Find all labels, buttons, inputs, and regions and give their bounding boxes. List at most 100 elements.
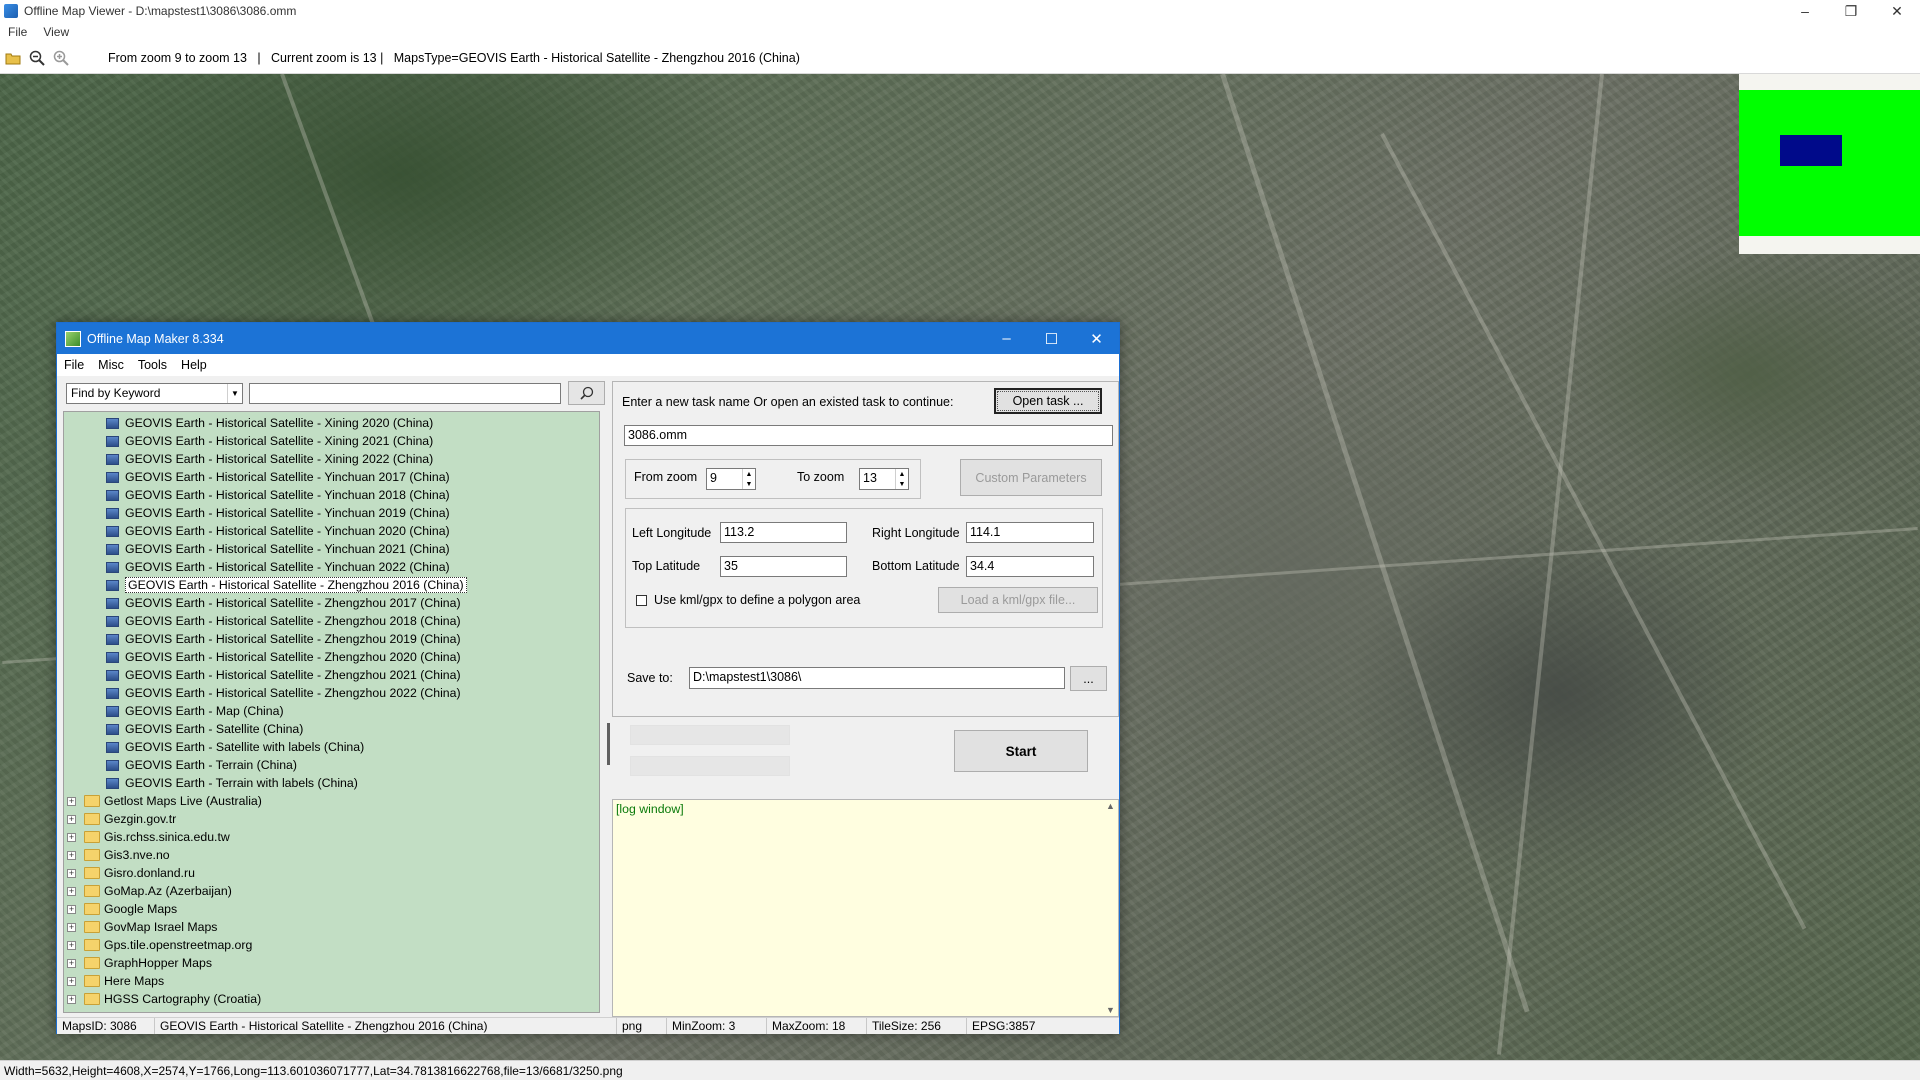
expand-plus-icon[interactable]: + — [67, 814, 76, 824]
tree-map-item[interactable]: GEOVIS Earth - Satellite with labels (Ch… — [106, 738, 364, 756]
tree-map-item[interactable]: GEOVIS Earth - Historical Satellite - Zh… — [106, 612, 461, 630]
search-input[interactable] — [249, 383, 561, 404]
scroll-down-icon[interactable]: ▼ — [1106, 1005, 1115, 1015]
tree-map-item[interactable]: GEOVIS Earth - Historical Satellite - Zh… — [106, 630, 461, 648]
menu-file[interactable]: File — [0, 25, 35, 39]
right-longitude-input[interactable]: 114.1 — [966, 522, 1094, 543]
tree-map-item[interactable]: GEOVIS Earth - Map (China) — [106, 702, 284, 720]
tree-map-item[interactable]: GEOVIS Earth - Historical Satellite - Zh… — [106, 648, 461, 666]
zoom-in-icon[interactable] — [50, 47, 72, 69]
tree-map-item[interactable]: GEOVIS Earth - Historical Satellite - Yi… — [106, 522, 450, 540]
map-source-tree[interactable]: GEOVIS Earth - Historical Satellite - Xi… — [63, 411, 600, 1013]
tree-item-label: GEOVIS Earth - Historical Satellite - Yi… — [125, 542, 450, 556]
expand-plus-icon[interactable]: + — [67, 832, 76, 842]
tree-map-item[interactable]: GEOVIS Earth - Historical Satellite - Yi… — [106, 504, 450, 522]
expand-plus-icon[interactable]: + — [67, 922, 76, 932]
tree-scrollbar-thumb[interactable] — [607, 723, 610, 765]
expand-plus-icon[interactable]: + — [67, 886, 76, 896]
expand-plus-icon[interactable]: + — [67, 994, 76, 1004]
tree-item-label: GEOVIS Earth - Historical Satellite - Zh… — [125, 577, 467, 593]
dialog-menu-file[interactable]: File — [57, 358, 91, 372]
log-window[interactable]: [log window] ▲ ▼ — [612, 799, 1119, 1017]
dialog-minimize-button[interactable]: – — [984, 323, 1029, 354]
expand-plus-icon[interactable]: + — [67, 796, 76, 806]
expand-plus-icon[interactable]: + — [67, 850, 76, 860]
tree-map-item[interactable]: GEOVIS Earth - Historical Satellite - Yi… — [106, 558, 450, 576]
tree-folder-item[interactable]: + HGSS Cartography (Croatia) — [67, 990, 261, 1008]
bottom-latitude-input[interactable]: 34.4 — [966, 556, 1094, 577]
tree-folder-item[interactable]: + Gps.tile.openstreetmap.org — [67, 936, 252, 954]
search-mode-select[interactable]: Find by Keyword ▼ — [66, 383, 243, 404]
tree-map-item[interactable]: GEOVIS Earth - Historical Satellite - Zh… — [106, 576, 467, 594]
tree-map-item[interactable]: GEOVIS Earth - Historical Satellite - Yi… — [106, 486, 450, 504]
stepper-arrows-icon[interactable]: ▲ ▼ — [742, 469, 755, 489]
tree-item-label: Gis.rchss.sinica.edu.tw — [104, 830, 230, 844]
expand-plus-icon[interactable]: + — [67, 958, 76, 968]
close-button[interactable]: ✕ — [1874, 0, 1920, 22]
expand-plus-icon[interactable]: + — [67, 940, 76, 950]
start-button[interactable]: Start — [954, 730, 1088, 772]
tree-map-item[interactable]: GEOVIS Earth - Satellite (China) — [106, 720, 303, 738]
dialog-menu-tools[interactable]: Tools — [131, 358, 174, 372]
top-latitude-label: Top Latitude — [632, 559, 701, 573]
minimap-viewport[interactable] — [1780, 135, 1842, 166]
tree-map-item[interactable]: GEOVIS Earth - Terrain with labels (Chin… — [106, 774, 358, 792]
tree-folder-item[interactable]: + GovMap Israel Maps — [67, 918, 217, 936]
left-longitude-input[interactable]: 113.2 — [720, 522, 847, 543]
save-to-input[interactable]: D:\mapstest1\3086\ — [689, 667, 1065, 689]
tree-folder-item[interactable]: + Here Maps — [67, 972, 164, 990]
map-icon — [106, 669, 119, 681]
tree-folder-item[interactable]: + Gezgin.gov.tr — [67, 810, 176, 828]
dialog-close-button[interactable]: ✕ — [1074, 323, 1119, 354]
tree-item-label: GEOVIS Earth - Historical Satellite - Yi… — [125, 488, 450, 502]
tree-item-label: GraphHopper Maps — [104, 956, 212, 970]
stepper-arrows-icon[interactable]: ▲ ▼ — [895, 469, 908, 489]
custom-parameters-button[interactable]: Custom Parameters — [960, 459, 1102, 496]
map-icon — [106, 471, 119, 483]
browse-button[interactable]: ... — [1070, 666, 1107, 691]
tree-map-item[interactable]: GEOVIS Earth - Historical Satellite - Yi… — [106, 468, 450, 486]
tree-map-item[interactable]: GEOVIS Earth - Historical Satellite - Zh… — [106, 684, 461, 702]
expand-plus-icon[interactable]: + — [67, 868, 76, 878]
tree-map-item[interactable]: GEOVIS Earth - Historical Satellite - Xi… — [106, 432, 433, 450]
tree-item-label: GEOVIS Earth - Terrain with labels (Chin… — [125, 776, 358, 790]
task-name-input[interactable]: 3086.omm — [624, 425, 1113, 446]
zoom-out-icon[interactable] — [26, 47, 48, 69]
dialog-menu-help[interactable]: Help — [174, 358, 214, 372]
tree-map-item[interactable]: GEOVIS Earth - Historical Satellite - Xi… — [106, 450, 433, 468]
expand-plus-icon[interactable]: + — [67, 976, 76, 986]
open-folder-icon[interactable] — [2, 47, 24, 69]
tree-folder-item[interactable]: + Gisro.donland.ru — [67, 864, 195, 882]
tree-folder-item[interactable]: + GraphHopper Maps — [67, 954, 212, 972]
tree-folder-item[interactable]: + Google Maps — [67, 900, 177, 918]
dialog-menu-misc[interactable]: Misc — [91, 358, 131, 372]
log-scrollbar[interactable]: ▲ ▼ — [1103, 800, 1118, 1016]
tree-folder-item[interactable]: + GoMap.Az (Azerbaijan) — [67, 882, 232, 900]
tree-folder-item[interactable]: + Gis.rchss.sinica.edu.tw — [67, 828, 230, 846]
tree-map-item[interactable]: GEOVIS Earth - Historical Satellite - Xi… — [106, 414, 433, 432]
tree-map-item[interactable]: GEOVIS Earth - Historical Satellite - Yi… — [106, 540, 450, 558]
tree-map-item[interactable]: GEOVIS Earth - Historical Satellite - Zh… — [106, 594, 461, 612]
tree-folder-item[interactable]: + Getlost Maps Live (Australia) — [67, 792, 262, 810]
top-latitude-input[interactable]: 35 — [720, 556, 847, 577]
open-task-button[interactable]: Open task ... — [994, 388, 1102, 414]
chevron-down-icon[interactable]: ▼ — [227, 384, 242, 403]
load-kml-button[interactable]: Load a kml/gpx file... — [938, 587, 1098, 613]
map-icon — [106, 489, 119, 501]
tree-map-item[interactable]: GEOVIS Earth - Terrain (China) — [106, 756, 297, 774]
scroll-up-icon[interactable]: ▲ — [1106, 801, 1115, 811]
expand-plus-icon[interactable]: + — [67, 904, 76, 914]
tree-folder-item[interactable]: + Gis3.nve.no — [67, 846, 170, 864]
menu-view[interactable]: View — [35, 25, 77, 39]
status-format: png — [617, 1018, 667, 1034]
overview-minimap[interactable] — [1739, 74, 1920, 254]
maximize-button[interactable]: ❐ — [1828, 0, 1874, 22]
tree-map-item[interactable]: GEOVIS Earth - Historical Satellite - Zh… — [106, 666, 461, 684]
dialog-maximize-button[interactable]: ☐ — [1029, 323, 1074, 354]
minimize-button[interactable]: – — [1782, 0, 1828, 22]
from-zoom-stepper[interactable]: 9 ▲ ▼ — [706, 468, 756, 490]
search-button[interactable] — [568, 381, 605, 405]
kml-checkbox[interactable] — [636, 595, 647, 606]
folder-icon — [84, 831, 100, 843]
to-zoom-stepper[interactable]: 13 ▲ ▼ — [859, 468, 909, 490]
